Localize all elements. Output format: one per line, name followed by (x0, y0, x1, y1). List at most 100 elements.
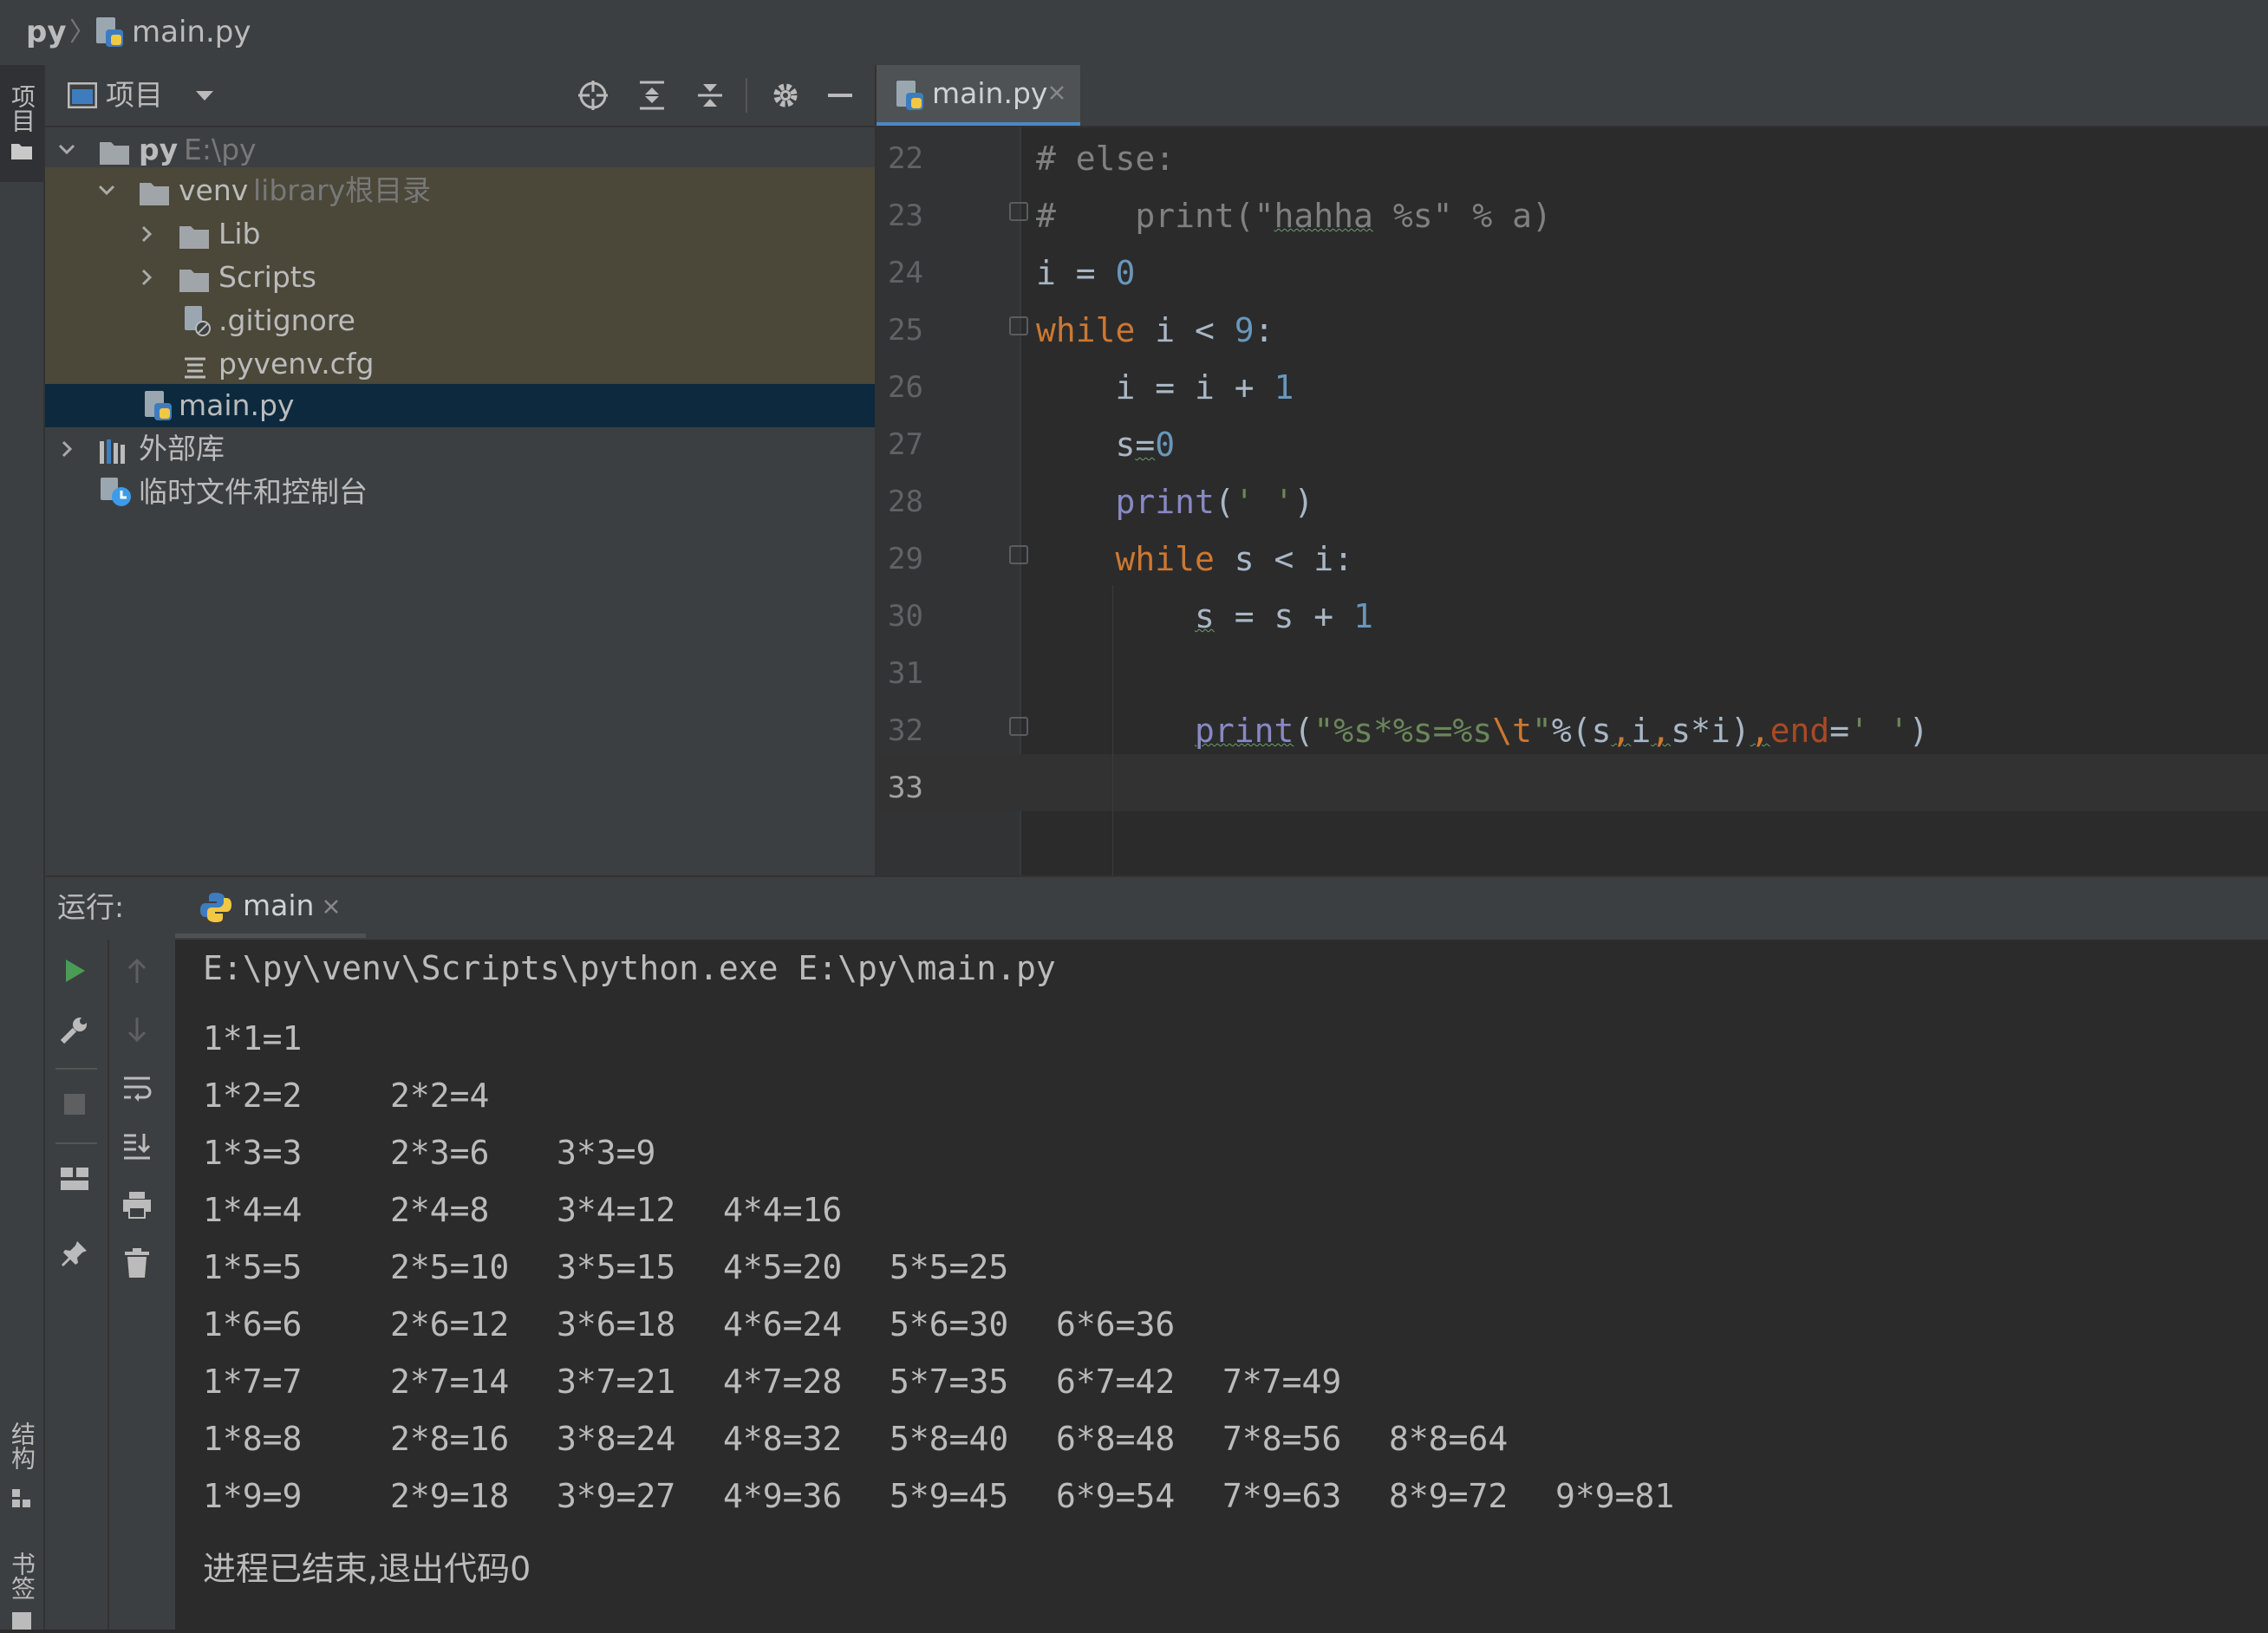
breadcrumb-file[interactable]: main.py (132, 0, 251, 65)
fold-marker-icon[interactable] (1009, 202, 1028, 221)
soft-wrap-icon[interactable] (118, 1070, 156, 1108)
code-line[interactable]: print(' ') (1036, 473, 1314, 530)
wrench-icon[interactable] (55, 1011, 94, 1049)
tree-item-pyvenv-cfg[interactable]: pyvenv.cfg (45, 342, 875, 386)
arrow-up-icon[interactable] (118, 952, 156, 990)
table-cell: 3*8=24 (557, 1420, 676, 1458)
table-cell: 3*7=21 (557, 1363, 676, 1401)
structure-tab-label: 结构 (8, 1422, 36, 1470)
tree-item-py[interactable]: py E:\py (45, 128, 875, 172)
print-icon[interactable] (118, 1186, 156, 1224)
code-line[interactable]: s = s + 1 (1036, 588, 1373, 645)
folder-icon (10, 141, 33, 164)
gear-icon[interactable] (766, 76, 805, 114)
python-file-icon (894, 79, 925, 115)
structure-tool-tab[interactable]: 结构 (0, 1422, 43, 1517)
line-number: 28 (888, 485, 923, 519)
chevron-right-icon[interactable] (134, 256, 160, 299)
collapse-all-icon[interactable] (691, 76, 729, 114)
tree-item-label: 外部库 (139, 432, 225, 465)
bookmarks-tool-tab[interactable]: 书签 (0, 1552, 43, 1630)
expand-all-icon[interactable] (633, 76, 671, 114)
run-console[interactable]: E:\py\venv\Scripts\python.exe E:\py\main… (175, 940, 2268, 1630)
run-toolbar (45, 940, 175, 1630)
table-cell: 3*3=9 (557, 1134, 656, 1172)
table-cell: 4*6=24 (723, 1305, 843, 1343)
tree-item-main-py[interactable]: main.py (45, 384, 875, 427)
console-exit-message: 进程已结束,退出代码0 (203, 1550, 531, 1588)
chevron-down-icon[interactable] (192, 84, 217, 110)
code-line[interactable]: while s < i: (1036, 530, 1354, 588)
table-cell: 1*1=1 (203, 1019, 303, 1057)
project-tool-tab[interactable]: 项目 (0, 65, 43, 182)
line-number: 32 (888, 713, 923, 748)
table-cell: 6*9=54 (1056, 1477, 1176, 1515)
layout-icon[interactable] (55, 1160, 94, 1198)
chevron-right-icon[interactable] (134, 212, 160, 256)
code-line[interactable]: # else: (1036, 130, 1175, 187)
table-cell: 5*8=40 (890, 1420, 1009, 1458)
table-cell: 8*8=64 (1389, 1420, 1509, 1458)
line-number: 31 (888, 656, 923, 691)
line-number: 25 (888, 313, 923, 348)
chevron-down-icon[interactable] (94, 169, 120, 212)
code-line[interactable]: s=0 (1036, 416, 1176, 473)
locate-file-icon[interactable] (574, 76, 612, 114)
table-cell: 1*6=6 (203, 1305, 303, 1343)
tree-item-venv[interactable]: venv library根目录 (45, 169, 875, 212)
scroll-to-end-icon[interactable] (118, 1127, 156, 1165)
tree-item-scripts[interactable]: Scripts (45, 256, 875, 299)
project-view-title[interactable]: 项目 (106, 65, 163, 126)
tree-item-external-libraries[interactable]: 外部库 (45, 427, 875, 471)
structure-icon (12, 1489, 31, 1512)
fold-marker-icon[interactable] (1009, 316, 1028, 335)
hide-panel-icon[interactable] (821, 76, 859, 114)
current-line-highlight (877, 754, 2268, 811)
line-number-current: 33 (888, 771, 923, 805)
table-cell: 9*9=81 (1555, 1477, 1675, 1515)
code-line[interactable]: i = i + 1 (1036, 359, 1294, 416)
chevron-right-icon[interactable] (54, 427, 80, 471)
run-tab-main[interactable]: main (175, 877, 366, 938)
chevron-down-icon[interactable] (54, 128, 80, 172)
toolbar-divider (55, 1142, 97, 1144)
tree-item-scratches[interactable]: 临时文件和控制台 (45, 471, 875, 514)
tree-item-gitignore[interactable]: .gitignore (45, 299, 875, 342)
tree-item-lib[interactable]: Lib (45, 212, 875, 256)
fold-marker-icon[interactable] (1009, 717, 1028, 736)
line-number: 27 (888, 427, 923, 462)
breadcrumb-project[interactable]: py (26, 0, 67, 65)
rerun-icon[interactable] (55, 952, 94, 990)
table-cell: 2*6=12 (390, 1305, 510, 1343)
table-cell: 3*5=15 (557, 1248, 676, 1286)
trash-icon[interactable] (118, 1245, 156, 1283)
tree-item-label: venv (179, 173, 249, 207)
fold-marker-icon[interactable] (1009, 545, 1028, 564)
close-icon[interactable] (1048, 84, 1066, 105)
code-line[interactable]: # print("hahha %s" % a) (1036, 187, 1552, 244)
table-cell: 5*9=45 (890, 1477, 1009, 1515)
close-icon[interactable] (323, 898, 340, 919)
table-cell: 6*8=48 (1056, 1420, 1176, 1458)
project-tab-label: 项目 (8, 84, 36, 133)
table-cell: 2*9=18 (390, 1477, 510, 1515)
run-panel-label: 运行: (57, 890, 125, 924)
arrow-down-icon[interactable] (118, 1011, 156, 1049)
code-line[interactable]: print("%s*%s=%s\t"%(s,i,s*i),end=' ') (1036, 702, 1929, 759)
line-number: 29 (888, 542, 923, 576)
table-cell: 1*2=2 (203, 1077, 303, 1115)
table-cell: 4*4=16 (723, 1191, 843, 1229)
line-number: 30 (888, 599, 923, 634)
stop-icon[interactable] (55, 1085, 94, 1123)
project-toolbar: 项目 (45, 65, 875, 127)
table-cell: 3*6=18 (557, 1305, 676, 1343)
breadcrumb-separator: 〉 (69, 17, 95, 48)
code-line[interactable]: i = 0 (1036, 244, 1135, 302)
tree-item-label: py (139, 133, 179, 166)
run-panel-header: 运行: main (45, 875, 2268, 941)
code-line[interactable]: while i < 9: (1036, 302, 1274, 359)
line-number: 24 (888, 256, 923, 290)
editor-tab-main-py[interactable]: main.py (877, 65, 1080, 126)
table-cell: 2*5=10 (390, 1248, 510, 1286)
pin-icon[interactable] (55, 1234, 94, 1272)
